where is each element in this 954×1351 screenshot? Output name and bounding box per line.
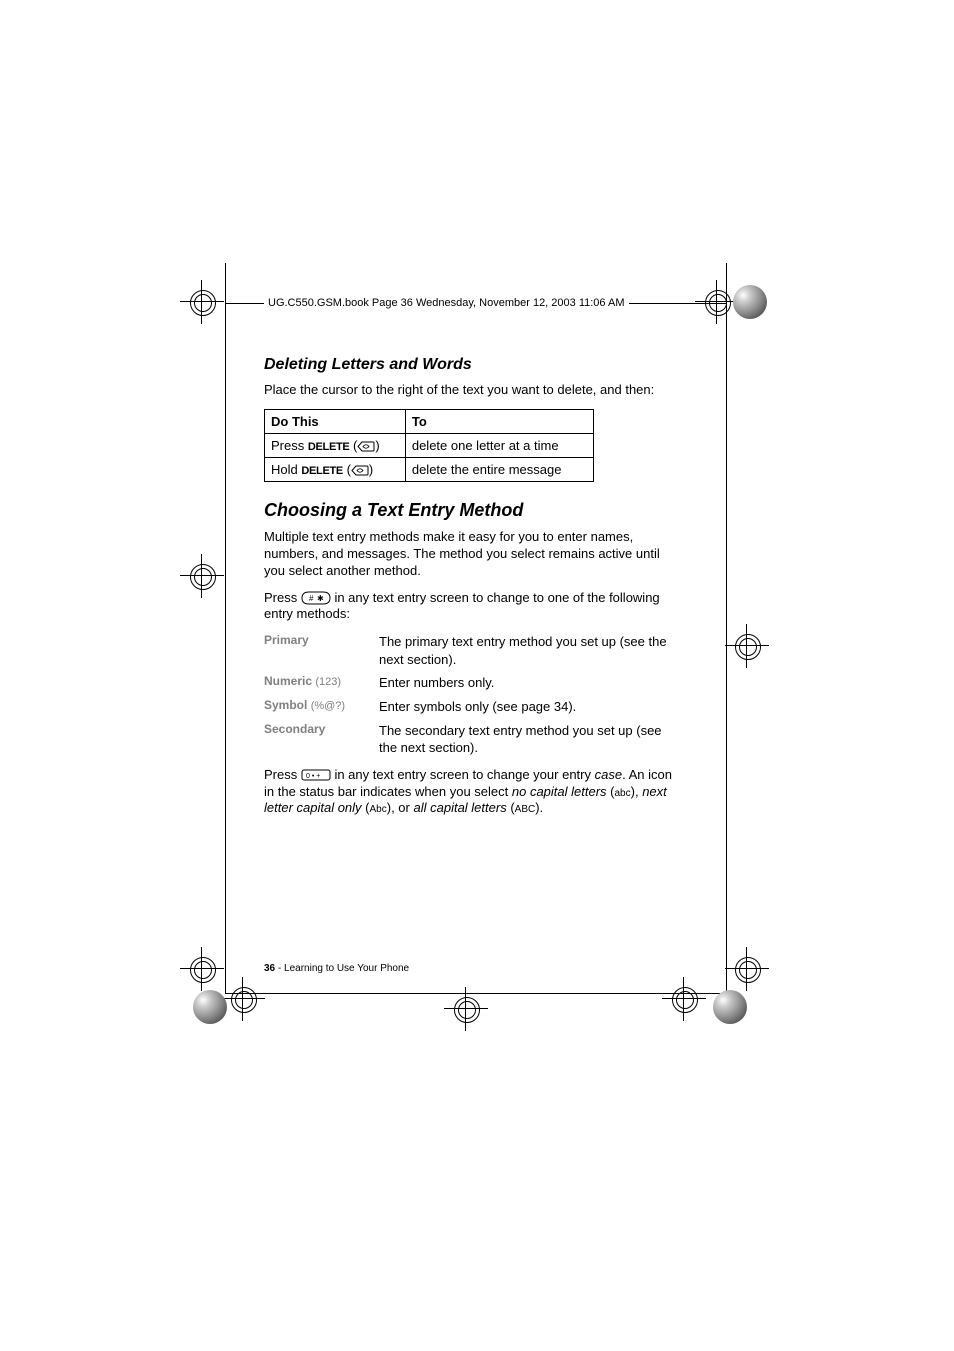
list-item: Numeric (123) Enter numbers only.	[264, 674, 674, 692]
method-desc: The primary text entry method you set up…	[379, 633, 674, 668]
method-desc: The secondary text entry method you set …	[379, 722, 674, 757]
body-text: Press #✱ in any text entry screen to cha…	[264, 590, 674, 624]
registration-mark-icon	[229, 985, 257, 1013]
table-row: Press DELETE () delete one letter at a t…	[265, 433, 594, 457]
svg-text:0 • +: 0 • +	[306, 773, 320, 780]
method-desc: Enter numbers only.	[379, 674, 674, 692]
body-text: Place the cursor to the right of the tex…	[264, 382, 674, 399]
table-cell: delete one letter at a time	[405, 433, 593, 457]
registration-mark-icon	[703, 288, 731, 316]
section-heading: Deleting Letters and Words	[264, 356, 674, 374]
page-content: Deleting Letters and Words Place the cur…	[264, 356, 674, 827]
table-header: To	[405, 409, 593, 433]
method-label: Symbol (%@?)	[264, 698, 379, 716]
abc-mixed-icon: Abc	[370, 804, 387, 815]
svg-text:✱: ✱	[317, 594, 324, 603]
registration-mark-icon	[188, 288, 216, 316]
registration-mark-icon	[452, 995, 480, 1023]
table-row: Hold DELETE () delete the entire message	[265, 457, 594, 481]
registration-mark-icon	[670, 985, 698, 1013]
list-item: Symbol (%@?) Enter symbols only (see pag…	[264, 698, 674, 716]
page-footer: 36 - Learning to Use Your Phone	[264, 963, 409, 974]
delete-key-icon	[357, 441, 375, 452]
body-text: Multiple text entry methods make it easy…	[264, 529, 674, 580]
book-header-line: UG.C550.GSM.book Page 36 Wednesday, Nove…	[264, 297, 629, 309]
delete-actions-table: Do This To Press DELETE () delete one le…	[264, 409, 594, 482]
sphere-icon	[193, 990, 227, 1024]
section-heading: Choosing a Text Entry Method	[264, 500, 674, 521]
abc-lower-icon: abc	[615, 788, 631, 799]
table-header: Do This	[265, 409, 406, 433]
registration-mark-icon	[188, 955, 216, 983]
method-label: Secondary	[264, 722, 379, 757]
sphere-icon	[713, 990, 747, 1024]
svg-text:#: #	[309, 594, 314, 603]
table-header-row: Do This To	[265, 409, 594, 433]
entry-methods-list: Primary The primary text entry method yo…	[264, 633, 674, 756]
registration-mark-icon	[733, 632, 761, 660]
table-cell: Press DELETE ()	[265, 433, 406, 457]
list-item: Primary The primary text entry method yo…	[264, 633, 674, 668]
registration-mark-icon	[733, 955, 761, 983]
delete-key-icon	[351, 465, 369, 476]
method-label: Primary	[264, 633, 379, 668]
hash-key-icon: #✱	[301, 591, 331, 605]
abc-upper-icon: ABC	[515, 804, 536, 815]
chapter-name: Learning to Use Your Phone	[284, 963, 409, 974]
table-cell: delete the entire message	[405, 457, 593, 481]
registration-mark-icon	[188, 562, 216, 590]
page-number: 36	[264, 963, 275, 974]
zero-key-icon: 0 • +	[301, 769, 331, 781]
list-item: Secondary The secondary text entry metho…	[264, 722, 674, 757]
body-text: Press 0 • + in any text entry screen to …	[264, 767, 674, 818]
sphere-icon	[733, 285, 767, 319]
method-label: Numeric (123)	[264, 674, 379, 692]
table-cell: Hold DELETE ()	[265, 457, 406, 481]
method-desc: Enter symbols only (see page 34).	[379, 698, 674, 716]
